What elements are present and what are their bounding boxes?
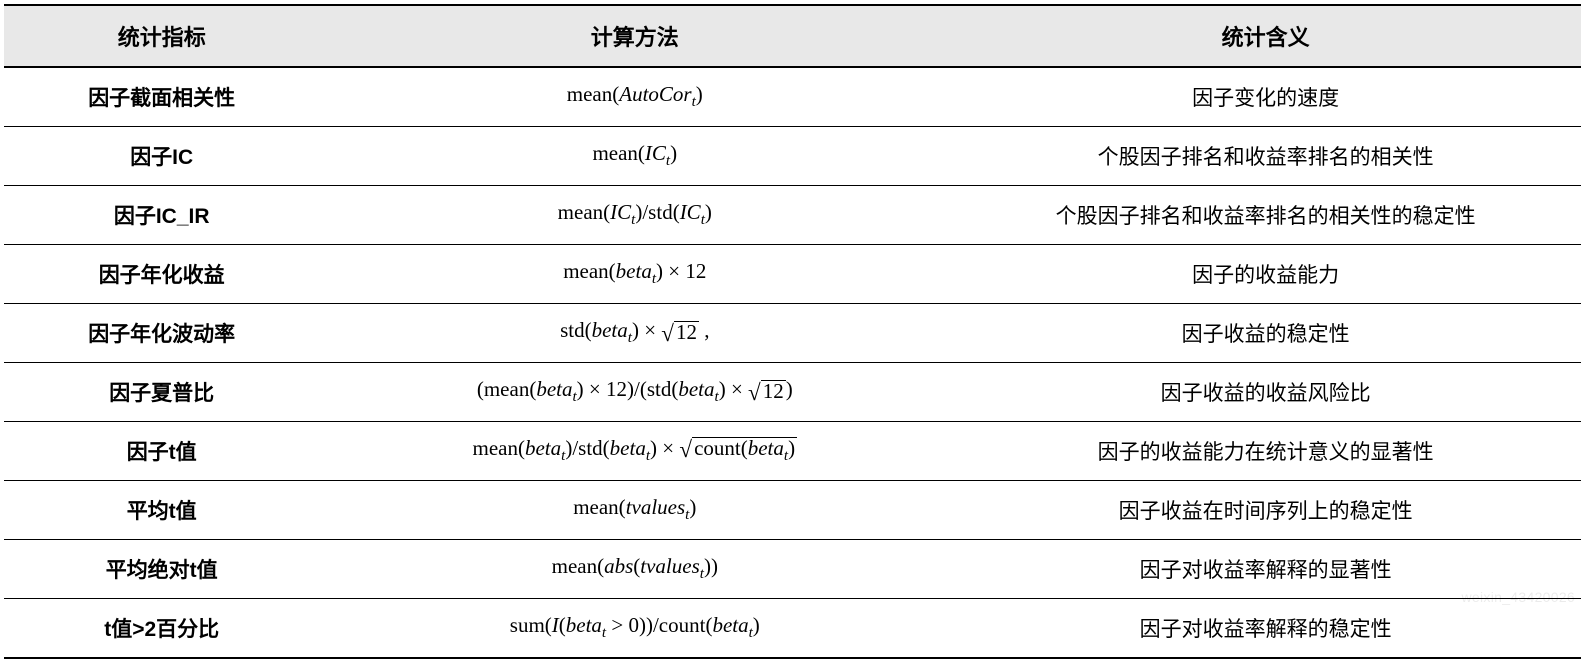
formula-cell: sum(I(betat > 0))/count(betat)	[319, 599, 950, 659]
table-row: 平均t值mean(tvaluest)因子收益在时间序列上的稳定性	[4, 481, 1581, 540]
meaning-cell: 因子的收益能力	[950, 245, 1581, 304]
table-row: 因子t值mean(betat)/std(betat) × √count(beta…	[4, 422, 1581, 481]
meaning-cell: 因子变化的速度	[950, 67, 1581, 127]
watermark: weixin_43420026	[1462, 589, 1575, 605]
indicator-cell: t值>2百分比	[4, 599, 319, 659]
header-method: 计算方法	[319, 5, 950, 67]
indicator-cell: 平均t值	[4, 481, 319, 540]
table-row: 因子年化收益mean(betat) × 12因子的收益能力	[4, 245, 1581, 304]
indicator-cell: 因子t值	[4, 422, 319, 481]
formula-cell: mean(betat)/std(betat) × √count(betat)	[319, 422, 950, 481]
indicator-cell: 因子夏普比	[4, 363, 319, 422]
indicator-cell: 因子年化收益	[4, 245, 319, 304]
header-meaning: 统计含义	[950, 5, 1581, 67]
formula-cell: mean(abs(tvaluest))	[319, 540, 950, 599]
indicator-cell: 因子年化波动率	[4, 304, 319, 363]
meaning-cell: 因子对收益率解释的稳定性	[950, 599, 1581, 659]
formula-cell: (mean(betat) × 12)/(std(betat) × √12)	[319, 363, 950, 422]
table-row: 平均绝对t值mean(abs(tvaluest))因子对收益率解释的显著性	[4, 540, 1581, 599]
table-row: 因子ICmean(ICt)个股因子排名和收益率排名的相关性	[4, 127, 1581, 186]
meaning-cell: 个股因子排名和收益率排名的相关性的稳定性	[950, 186, 1581, 245]
formula-cell: mean(AutoCort)	[319, 67, 950, 127]
indicator-cell: 因子IC_IR	[4, 186, 319, 245]
table-row: 因子年化波动率std(betat) × √12 ,因子收益的稳定性	[4, 304, 1581, 363]
formula-cell: mean(ICt)	[319, 127, 950, 186]
meaning-cell: 因子收益的收益风险比	[950, 363, 1581, 422]
indicator-cell: 因子IC	[4, 127, 319, 186]
table-row: 因子截面相关性mean(AutoCort)因子变化的速度	[4, 67, 1581, 127]
indicator-cell: 平均绝对t值	[4, 540, 319, 599]
header-indicator: 统计指标	[4, 5, 319, 67]
meaning-cell: 因子的收益能力在统计意义的显著性	[950, 422, 1581, 481]
formula-cell: mean(ICt)/std(ICt)	[319, 186, 950, 245]
indicator-cell: 因子截面相关性	[4, 67, 319, 127]
table-row: t值>2百分比sum(I(betat > 0))/count(betat)因子对…	[4, 599, 1581, 659]
formula-cell: mean(tvaluest)	[319, 481, 950, 540]
table-row: 因子IC_IRmean(ICt)/std(ICt)个股因子排名和收益率排名的相关…	[4, 186, 1581, 245]
statistics-table: 统计指标 计算方法 统计含义 因子截面相关性mean(AutoCort)因子变化…	[4, 4, 1581, 659]
meaning-cell: 个股因子排名和收益率排名的相关性	[950, 127, 1581, 186]
formula-cell: mean(betat) × 12	[319, 245, 950, 304]
formula-cell: std(betat) × √12 ,	[319, 304, 950, 363]
table-row: 因子夏普比(mean(betat) × 12)/(std(betat) × √1…	[4, 363, 1581, 422]
meaning-cell: 因子收益的稳定性	[950, 304, 1581, 363]
meaning-cell: 因子收益在时间序列上的稳定性	[950, 481, 1581, 540]
